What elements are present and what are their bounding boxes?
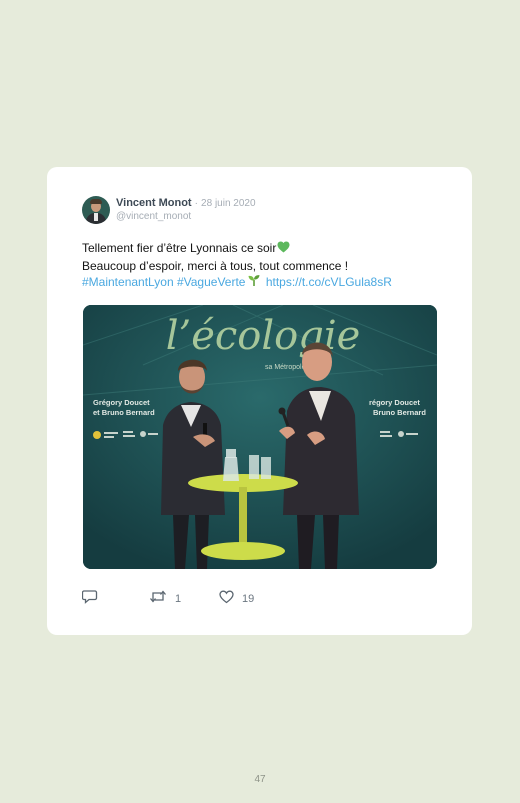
page-number: 47 [254,774,266,785]
tweet-link[interactable]: https://t.co/cVLGula8sR [266,275,392,289]
retweet-icon [149,589,167,609]
heart-icon [219,590,234,609]
avatar-shirt [94,213,98,221]
avatar[interactable] [82,196,110,224]
retweet-button[interactable]: 1 [149,589,182,609]
hashtag-maintenantlyon[interactable]: #MaintenantLyon [82,275,174,289]
reply-button[interactable] [81,589,98,609]
tweet-header: Vincent Monot · 28 juin 2020 @vincent_mo… [82,196,442,226]
right-panel-line-2: Bruno Bernard [373,408,426,417]
tweet-line-3: #MaintenantLyon #VagueVerte https://t.co… [82,274,442,292]
author-row: Vincent Monot · 28 juin 2020 [116,197,256,209]
tweet-text: Tellement fier d’être Lyonnais ce soir B… [82,240,442,292]
seedling-icon [248,274,260,292]
tweet-actions: 1 19 [81,589,382,609]
author-handle[interactable]: @vincent_monot [116,211,191,222]
tweet-text-line-1: Tellement fier d’être Lyonnais ce soir [82,241,277,255]
avatar-hair [90,199,102,204]
separator-dot: · [194,198,198,209]
author-name[interactable]: Vincent Monot [116,197,192,209]
like-button[interactable]: 19 [219,590,255,609]
event-photo-illustration: l’écologie po sa Métropole Grégory Douce… [83,305,437,569]
left-panel-line-1: Grégory Doucet [93,398,150,407]
right-panel-line-1: régory Doucet [369,398,420,407]
retweet-count: 1 [175,593,182,605]
tweet-card: Vincent Monot · 28 juin 2020 @vincent_mo… [47,167,472,635]
like-count: 19 [242,593,255,605]
tweet-photo[interactable]: l’écologie po sa Métropole Grégory Douce… [83,305,437,569]
banner-subtitle-right: sa Métropole [265,364,306,371]
left-panel-line-2: et Bruno Bernard [93,408,155,417]
tweet-line-1: Tellement fier d’être Lyonnais ce soir [82,240,442,258]
tweet-line-2: Beaucoup d’espoir, merci à tous, tout co… [82,258,349,273]
reply-icon [81,589,98,609]
hashtag-vagueverte[interactable]: #VagueVerte [177,275,246,289]
green-heart-icon [277,241,290,258]
tweet-date[interactable]: 28 juin 2020 [201,198,256,209]
